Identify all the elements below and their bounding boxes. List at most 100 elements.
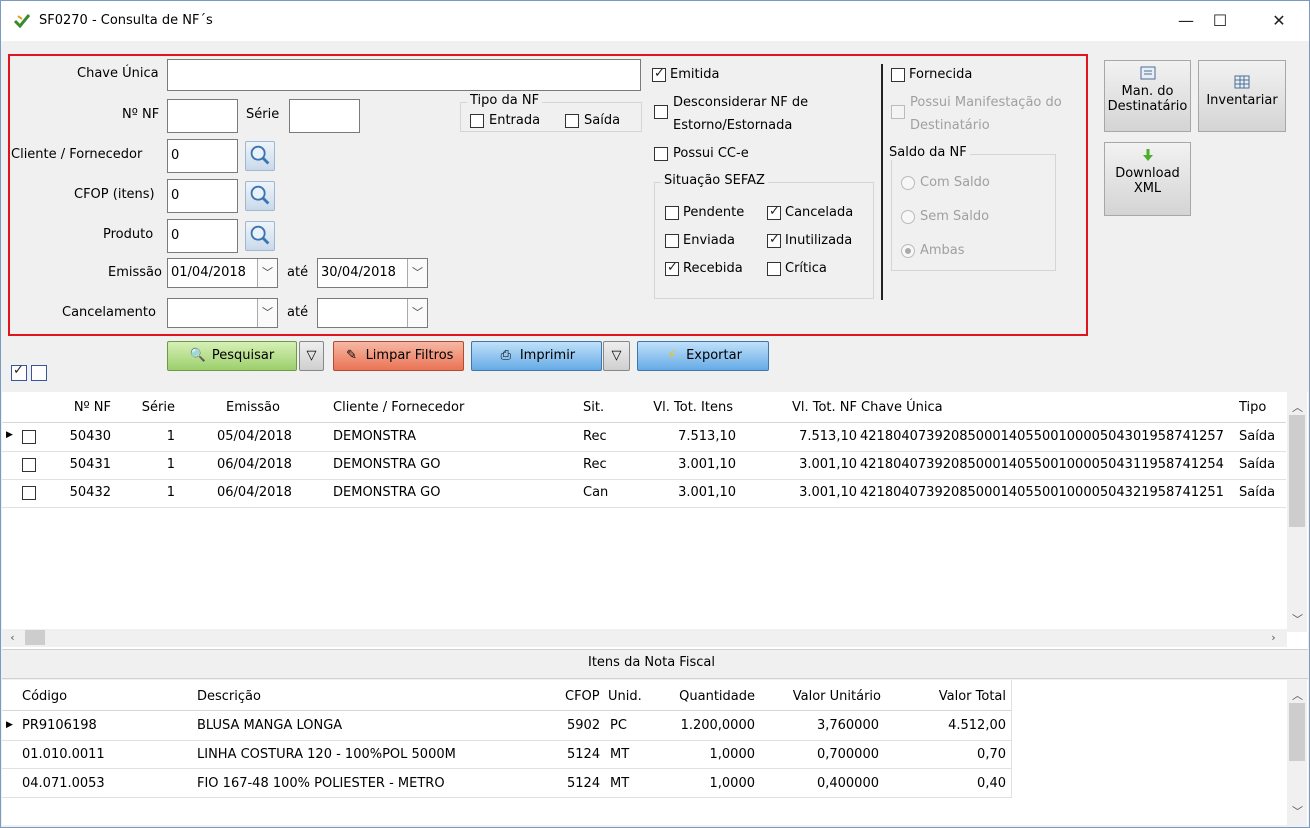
table-cell[interactable]: MT <box>610 776 629 791</box>
produto-search-icon[interactable] <box>245 221 275 251</box>
produto-input[interactable]: 0 <box>167 219 238 253</box>
ambas-radio[interactable] <box>901 244 915 258</box>
chave-input[interactable] <box>167 59 641 91</box>
row-checkbox[interactable] <box>22 486 36 500</box>
table-cell[interactable]: 4.512,00 <box>886 718 1006 733</box>
inventariar-button[interactable]: Inventariar <box>1198 60 1286 132</box>
table-cell[interactable]: 50431 <box>61 457 111 472</box>
table-cell[interactable]: 01.010.0011 <box>22 747 105 762</box>
table-cell[interactable]: 4218040739208500014055001000050430195874… <box>860 429 1224 444</box>
entrada-checkbox[interactable] <box>470 114 484 128</box>
chevron-down-icon[interactable]: ﹀ <box>257 259 277 287</box>
com-saldo-radio[interactable] <box>901 176 915 190</box>
cfop-col-header[interactable]: CFOP <box>565 689 600 704</box>
scroll-up-icon[interactable]: ︿ <box>1289 399 1306 415</box>
codigo-col-header[interactable]: Código <box>22 689 67 704</box>
scroll-right-icon[interactable]: › <box>1265 631 1282 644</box>
select-none-checkbox[interactable] <box>31 365 47 381</box>
maximize-button[interactable]: ☐ <box>1197 9 1243 33</box>
chevron-down-icon[interactable]: ﹀ <box>407 259 427 287</box>
table-cell[interactable]: 1 <box>121 457 175 472</box>
table-cell[interactable]: PR9106198 <box>22 718 97 733</box>
serie-input[interactable] <box>289 99 360 133</box>
table-cell[interactable]: 3.001,10 <box>621 485 736 500</box>
table-cell[interactable]: 50430 <box>61 429 111 444</box>
fornecida-checkbox[interactable] <box>891 68 905 82</box>
chevron-down-icon[interactable]: ﹀ <box>257 299 277 327</box>
table-cell[interactable]: 4218040739208500014055001000050432195874… <box>860 485 1224 500</box>
table-cell[interactable]: 5902 <box>567 718 600 733</box>
table-cell[interactable]: LINHA COSTURA 120 - 100%POL 5000M <box>197 747 456 762</box>
vl-total-col-header[interactable]: Valor Total <box>886 689 1006 704</box>
pesquisar-button[interactable]: 🔍 Pesquisar <box>167 341 297 371</box>
table-cell[interactable]: Saída <box>1239 457 1275 472</box>
imprimir-dropdown-button[interactable]: ▽ <box>603 341 630 371</box>
vl-nf-col-header[interactable]: Vl. Tot. NF <box>741 400 857 415</box>
enviada-checkbox[interactable] <box>665 234 679 248</box>
critica-checkbox[interactable] <box>767 262 781 276</box>
table-cell[interactable]: 7.513,10 <box>621 429 736 444</box>
vl-unit-col-header[interactable]: Valor Unitário <box>761 689 881 704</box>
row-checkbox[interactable] <box>22 430 36 444</box>
table-cell[interactable]: Saída <box>1239 429 1275 444</box>
close-button[interactable]: ✕ <box>1256 9 1302 33</box>
table-cell[interactable]: DEMONSTRA <box>333 429 416 444</box>
emissao-de-combo[interactable]: 01/04/2018 ﹀ <box>167 258 278 288</box>
table-cell[interactable]: MT <box>610 747 629 762</box>
unid-col-header[interactable]: Unid. <box>608 689 642 704</box>
qtd-col-header[interactable]: Quantidade <box>651 689 755 704</box>
table-cell[interactable]: DEMONSTRA GO <box>333 485 440 500</box>
tipo-col-header[interactable]: Tipo <box>1239 400 1266 415</box>
download-xml-button[interactable]: Download XML <box>1104 142 1191 216</box>
table-cell[interactable]: Can <box>583 485 608 500</box>
vl-itens-col-header[interactable]: Vl. Tot. Itens <box>621 400 733 415</box>
table-cell[interactable]: 1 <box>121 485 175 500</box>
emitida-checkbox[interactable] <box>652 66 666 82</box>
row-checkbox[interactable] <box>22 458 36 472</box>
chave-col-header[interactable]: Chave Única <box>861 400 943 415</box>
table-cell[interactable]: 04.071.0053 <box>22 776 105 791</box>
table-cell[interactable]: DEMONSTRA GO <box>333 457 440 472</box>
table-cell[interactable]: 1.200,0000 <box>651 718 755 733</box>
table-cell[interactable]: 3,760000 <box>761 718 879 733</box>
scroll-down-icon[interactable]: ﹀ <box>1289 803 1306 819</box>
table-cell[interactable]: Rec <box>583 457 607 472</box>
desconsiderar-checkbox[interactable] <box>654 105 668 119</box>
scroll-left-icon[interactable]: ‹ <box>4 631 21 644</box>
table-cell[interactable]: Rec <box>583 429 607 444</box>
nf-col-header[interactable]: Nº NF <box>61 400 111 415</box>
limpar-filtros-button[interactable]: ✎ Limpar Filtros <box>333 341 464 371</box>
items-scroll-thumb[interactable] <box>1289 703 1305 761</box>
nf-scroll-thumb[interactable] <box>1289 415 1305 527</box>
table-cell[interactable]: Saída <box>1239 485 1275 500</box>
cancel-de-combo[interactable]: ﹀ <box>167 298 278 328</box>
chevron-down-icon[interactable]: ﹀ <box>407 299 427 327</box>
table-cell[interactable]: 0,400000 <box>761 776 879 791</box>
cancel-ate-combo[interactable]: ﹀ <box>317 298 428 328</box>
table-cell[interactable]: 3.001,10 <box>741 457 857 472</box>
table-cell[interactable]: 7.513,10 <box>741 429 857 444</box>
table-cell[interactable]: 05/04/2018 <box>217 429 292 444</box>
table-cell[interactable]: 0,40 <box>886 776 1006 791</box>
cliente-col-header[interactable]: Cliente / Fornecedor <box>333 400 464 415</box>
exportar-button[interactable]: ⚡ Exportar <box>637 341 769 371</box>
inutilizada-checkbox[interactable] <box>767 232 781 248</box>
scroll-up-icon[interactable]: ︿ <box>1289 687 1306 703</box>
cliente-search-icon[interactable] <box>245 141 275 171</box>
table-cell[interactable]: PC <box>610 718 627 733</box>
table-cell[interactable]: 50432 <box>61 485 111 500</box>
cancelada-checkbox[interactable] <box>767 204 781 220</box>
table-cell[interactable]: 0,70 <box>886 747 1006 762</box>
cfop-search-icon[interactable] <box>245 181 275 211</box>
table-cell[interactable]: 0,700000 <box>761 747 879 762</box>
saida-checkbox[interactable] <box>565 114 579 128</box>
table-cell[interactable]: 5124 <box>567 776 600 791</box>
select-all-checkbox[interactable] <box>11 363 27 381</box>
table-cell[interactable]: 1,0000 <box>651 776 756 791</box>
pesquisar-dropdown-button[interactable]: ▽ <box>299 341 324 371</box>
possui-cce-checkbox[interactable] <box>654 147 668 161</box>
table-cell[interactable]: 4218040739208500014055001000050431195874… <box>860 457 1224 472</box>
manifestacao-checkbox[interactable] <box>891 105 905 119</box>
emissao-col-header[interactable]: Emissão <box>226 400 280 415</box>
table-cell[interactable]: 5124 <box>567 747 600 762</box>
